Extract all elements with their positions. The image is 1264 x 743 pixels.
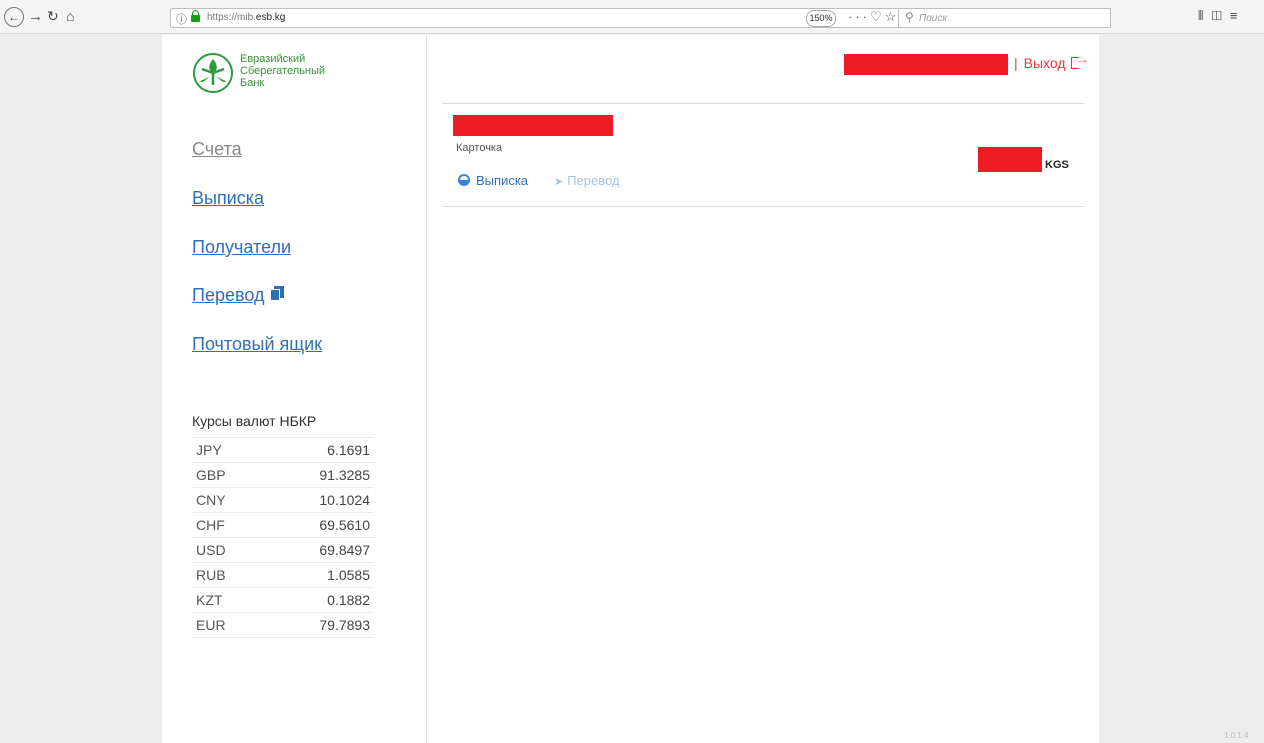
bank-logo-icon[interactable] [193,53,233,93]
reload-icon[interactable]: ↻ [47,6,59,26]
rate-row: CHF 69.5610 [192,512,374,537]
rate-row: EUR 79.7893 [192,612,374,638]
copy-icon [270,286,285,302]
version-label: 1.0.1.4 [1224,731,1249,740]
logout-link[interactable]: | Выход → [1014,52,1089,71]
rate-row: CNY 10.1024 [192,487,374,512]
lock-icon[interactable] [191,10,200,23]
rates-title: Курсы валют НБКР [192,413,317,429]
bank-logo-text: Евразийский Сберегательный Банк [240,53,326,89]
home-icon[interactable]: ⌂ [66,6,74,26]
forward-arrow-icon[interactable]: → [28,6,43,26]
divider [442,206,1084,207]
statement-icon [458,174,470,186]
nav-recipients[interactable]: Получатели [192,237,291,258]
currency-code: KGS [1045,159,1069,171]
search-input[interactable]: ⚲ Поиск [898,8,1111,28]
info-icon[interactable]: ⓘ [176,11,187,27]
card-type-label: Карточка [456,142,503,154]
more-icon[interactable]: ··· [848,9,870,24]
currency-rates-table: JPY 6.1691 GBP 91.3285 CNY 10.1024 CHF 69.56… [192,437,374,638]
tab-transfer[interactable]: ➤ Перевод [554,173,620,188]
page-actions-icons[interactable]: ···♡☆ [848,9,899,25]
rate-row: USD 69.8497 [192,537,374,562]
nav-statement[interactable]: Выписка [192,188,264,209]
rate-row: KZT 0.1882 [192,587,374,612]
pocket-icon[interactable]: ♡ [870,9,885,24]
rate-row: RUB 1.0585 [192,562,374,587]
sidebar: Евразийский Сберегательный Банк Счета Вы… [162,35,427,743]
toolbar-right-icons: ⫴◫≡ [1198,8,1245,24]
menu-icon[interactable]: ≡ [1230,8,1246,23]
rate-row: JPY 6.1691 [192,437,374,462]
page-content: Евразийский Сберегательный Банк Счета Вы… [162,35,1099,743]
main-panel: | Выход → Карточка KGS Выписка ➤ Перевод [426,35,1099,743]
sidebar-icon[interactable]: ◫ [1211,8,1229,23]
search-placeholder: Поиск [919,13,948,24]
exit-icon: → [1070,52,1089,69]
divider [442,103,1084,104]
nav-transfer[interactable]: Перевод [192,285,285,306]
rate-row: GBP 91.3285 [192,462,374,487]
nav-mailbox[interactable]: Почтовый ящик [192,334,322,355]
search-icon: ⚲ [905,10,914,24]
back-arrow-icon[interactable]: ← [4,7,24,27]
redacted-balance [978,147,1042,172]
tab-statement[interactable]: Выписка [458,173,528,188]
redacted-username [844,54,1008,75]
library-icon[interactable]: ⫴ [1198,8,1211,23]
url-text[interactable]: https://mib.esb.kg [207,12,285,23]
browser-toolbar: ← → ↻ ⌂ ⓘ https://mib.esb.kg 150% ···♡☆ … [0,0,1264,34]
send-arrow-icon: ➤ [554,176,564,188]
redacted-card-name [453,115,613,136]
nav-accounts[interactable]: Счета [192,139,242,160]
zoom-level-badge[interactable]: 150% [806,10,836,27]
